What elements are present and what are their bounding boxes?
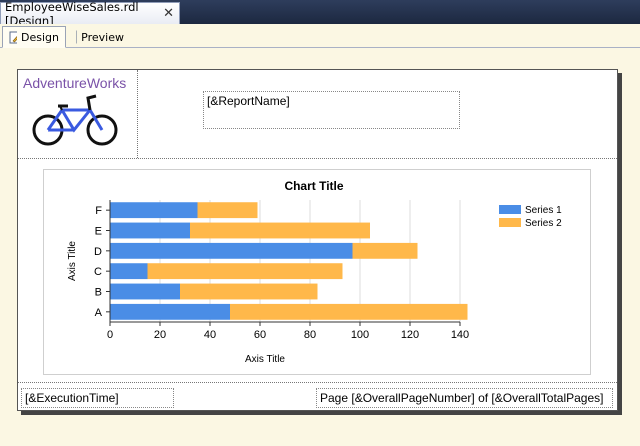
bar-series-2-C xyxy=(147,263,343,280)
bar-series-1-E xyxy=(110,222,190,239)
bar-chart[interactable]: Chart Title 0 20 40 60 80 100 120 140 ABCDEF Axis … xyxy=(44,170,590,374)
preview-icon xyxy=(76,30,78,44)
x-tick-label: 20 xyxy=(154,329,166,341)
bicycle-logo-icon xyxy=(32,94,118,146)
x-tick-label: 100 xyxy=(351,329,369,341)
tab-design[interactable]: Design xyxy=(2,26,66,48)
y-tick-label: B xyxy=(95,287,102,299)
design-icon xyxy=(9,31,18,44)
y-tick-label: A xyxy=(95,307,103,319)
logo-box[interactable]: AdventureWorks xyxy=(18,70,138,158)
logo-text: AdventureWorks xyxy=(23,75,127,91)
bar-series-1-A xyxy=(110,303,230,320)
legend-label: Series 1 xyxy=(525,205,562,216)
chart-title: Chart Title xyxy=(284,179,343,193)
document-tab[interactable]: EmployeeWiseSales.rdl [Design] ✕ xyxy=(0,0,180,28)
tab-preview-label: Preview xyxy=(81,30,124,44)
bar-series-2-E xyxy=(190,222,370,239)
legend-swatch xyxy=(499,205,521,214)
legend-swatch xyxy=(499,218,521,227)
report-body[interactable]: AdventureWorks [&ReportName] Chart Title… xyxy=(17,69,618,411)
document-tab-strip: EmployeeWiseSales.rdl [Design] ✕ xyxy=(0,0,640,28)
report-name-textbox[interactable]: [&ReportName] xyxy=(203,91,460,129)
x-tick-label: 0 xyxy=(107,329,113,341)
y-tick-label: C xyxy=(94,266,102,278)
page-number-textbox[interactable]: Page [&OverallPageNumber] of [&OverallTo… xyxy=(316,388,613,408)
bar-series-2-B xyxy=(180,283,318,300)
y-tick-label: F xyxy=(95,205,102,217)
bar-series-1-C xyxy=(110,263,148,280)
bar-series-2-A xyxy=(230,303,468,320)
view-tabs: Design Preview xyxy=(0,24,640,48)
y-tick-label: D xyxy=(94,246,102,258)
bar-series-1-B xyxy=(110,283,180,300)
y-axis-title: Axis Title xyxy=(67,241,78,281)
x-axis-title: Axis Title xyxy=(245,354,285,365)
bar-series-2-F xyxy=(197,202,258,219)
x-tick-label: 120 xyxy=(401,329,419,341)
bar-series-1-F xyxy=(110,202,198,219)
x-tick-label: 60 xyxy=(254,329,266,341)
tab-design-label: Design xyxy=(21,30,59,44)
bar-series-2-D xyxy=(352,242,418,259)
header-separator xyxy=(18,158,617,159)
x-tick-label: 40 xyxy=(204,329,216,341)
x-tick-label: 140 xyxy=(451,329,469,341)
x-tick-label: 80 xyxy=(304,329,316,341)
footer-separator xyxy=(18,382,617,383)
tab-preview[interactable]: Preview xyxy=(70,26,130,48)
y-tick-label: E xyxy=(95,226,102,238)
close-icon[interactable]: ✕ xyxy=(163,6,174,21)
bar-series-1-D xyxy=(110,242,353,259)
chart-frame[interactable]: Chart Title 0 20 40 60 80 100 120 140 A B C D E F Axis … xyxy=(43,169,591,375)
execution-time-textbox[interactable]: [&ExecutionTime] xyxy=(21,388,174,408)
legend-label: Series 2 xyxy=(525,218,562,229)
